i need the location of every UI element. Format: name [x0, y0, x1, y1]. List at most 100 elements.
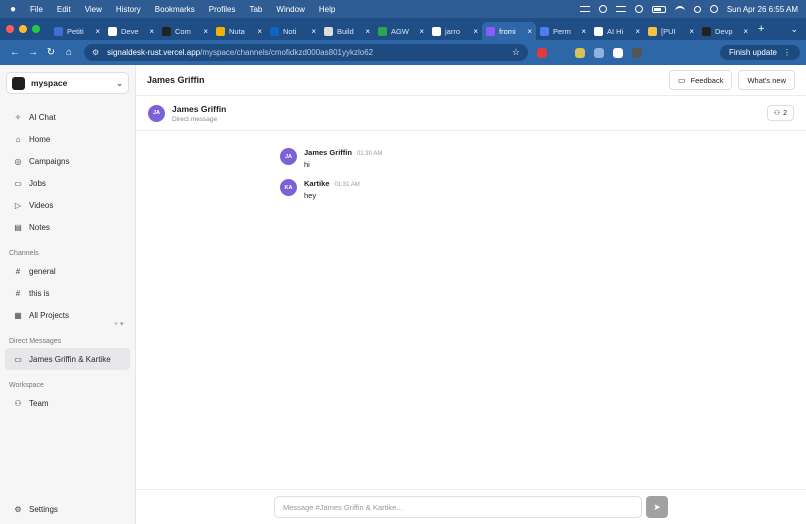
back-icon[interactable]: ←: [6, 47, 24, 58]
sidebar-item-notes[interactable]: ▤ Notes: [5, 216, 130, 238]
extensions-bar: [528, 47, 642, 58]
close-tab-icon[interactable]: ×: [149, 27, 154, 36]
dm-heading: Direct Messages: [9, 337, 62, 345]
extension-icon[interactable]: [613, 47, 623, 58]
favicon-icon: [270, 26, 279, 36]
apple-icon[interactable]: ●: [8, 4, 18, 15]
browser-tab[interactable]: Build ×: [320, 22, 374, 40]
sidebar-item-label: this is: [29, 288, 50, 298]
sidebar-channel-all-projects[interactable]: ▦ All Projects: [5, 304, 130, 326]
menu-file[interactable]: File: [30, 5, 43, 14]
close-window-icon[interactable]: [6, 25, 14, 33]
members-button[interactable]: ⚇ 2: [766, 105, 794, 121]
browser-tab[interactable]: [PUI ×: [644, 22, 698, 40]
browser-tab[interactable]: Deve ×: [104, 22, 158, 40]
tab-title: Perm: [553, 26, 571, 36]
browser-tab[interactable]: AGW ×: [374, 22, 428, 40]
close-tab-icon[interactable]: ×: [311, 27, 316, 36]
menu-window[interactable]: Window: [276, 5, 304, 14]
home-button-icon[interactable]: ⌂: [60, 47, 78, 58]
browser-tab[interactable]: Devp ×: [698, 22, 752, 40]
briefcase-icon: ▭: [14, 178, 22, 188]
close-tab-icon[interactable]: ×: [473, 27, 478, 36]
feedback-button[interactable]: ▭ Feedback: [668, 70, 733, 90]
kebab-menu-icon: ⋮: [783, 48, 791, 57]
browser-tab[interactable]: jarro ×: [428, 22, 482, 40]
sidebar-channel-general[interactable]: # general: [5, 260, 130, 282]
browser-tab[interactable]: Noti ×: [266, 22, 320, 40]
extension-icon[interactable]: [537, 47, 547, 58]
close-tab-icon[interactable]: ×: [365, 27, 370, 36]
extension-icon[interactable]: [556, 47, 566, 58]
add-dm-icon[interactable]: + ▾: [114, 320, 124, 328]
play-icon[interactable]: [634, 5, 643, 13]
display-icon[interactable]: [615, 6, 626, 12]
menubar-clock[interactable]: Sun Apr 26 6:55 AM: [727, 5, 798, 14]
menu-help[interactable]: Help: [319, 5, 335, 14]
close-tab-icon[interactable]: ×: [689, 27, 694, 36]
spotlight-icon[interactable]: [693, 5, 701, 13]
menu-edit[interactable]: Edit: [57, 5, 71, 14]
sidebar-item-campaigns[interactable]: ◎ Campaigns: [5, 150, 130, 172]
finish-update-button[interactable]: Finish update ⋮: [719, 45, 800, 60]
close-tab-icon[interactable]: ×: [743, 27, 748, 36]
sidebar-item-ai-chat[interactable]: ✧ AI Chat: [5, 106, 130, 128]
message-input[interactable]: [274, 496, 642, 518]
sidebar-dm-item[interactable]: ▭ James Griffin & Kartike: [5, 348, 130, 370]
tab-search-icon[interactable]: ⌄: [790, 24, 798, 35]
close-tab-icon[interactable]: ×: [257, 27, 262, 36]
message-timestamp: 01:30 AM: [356, 151, 383, 157]
extension-icon[interactable]: [575, 47, 585, 58]
audio-icon[interactable]: [579, 6, 590, 12]
forward-icon[interactable]: →: [24, 47, 42, 58]
minimize-window-icon[interactable]: [19, 25, 27, 33]
menu-bookmarks[interactable]: Bookmarks: [155, 5, 195, 14]
address-bar[interactable]: ⚙ signaldesk-rust.vercel.app/myspace/cha…: [84, 44, 528, 61]
whats-new-button[interactable]: What's new: [738, 70, 795, 90]
sync-icon[interactable]: [598, 5, 607, 13]
extension-icon[interactable]: [632, 47, 642, 58]
channels-list: # general # this is ▦ All Projects: [0, 260, 135, 326]
battery-icon[interactable]: [651, 5, 666, 13]
menu-profiles[interactable]: Profiles: [209, 5, 236, 14]
sidebar-item-settings[interactable]: ⚙ Settings: [5, 498, 130, 520]
menu-history[interactable]: History: [116, 5, 141, 14]
browser-tab[interactable]: Com ×: [158, 22, 212, 40]
hash-icon: #: [15, 266, 21, 276]
sidebar-channel-this-is[interactable]: # this is: [5, 282, 130, 304]
finish-update-label: Finish update: [728, 48, 777, 57]
tab-title: AGW: [391, 26, 409, 36]
close-tab-icon[interactable]: ×: [419, 27, 424, 36]
close-tab-icon[interactable]: ×: [95, 27, 100, 36]
sidebar-item-team[interactable]: ⚇ Team: [5, 392, 130, 414]
site-info-icon[interactable]: ⚙: [92, 48, 99, 57]
close-tab-icon[interactable]: ×: [203, 27, 208, 36]
close-tab-icon[interactable]: ×: [527, 27, 532, 36]
new-tab-icon[interactable]: +: [758, 23, 764, 35]
tab-title: Noti: [283, 26, 297, 36]
wifi-icon[interactable]: [674, 6, 685, 12]
close-tab-icon[interactable]: ×: [635, 27, 640, 36]
close-tab-icon[interactable]: ×: [581, 27, 586, 36]
sidebar-item-label: Jobs: [29, 178, 46, 188]
menubar-status: Sun Apr 26 6:55 AM: [579, 5, 798, 14]
send-button[interactable]: ➤: [646, 496, 668, 518]
control-center-icon[interactable]: [709, 5, 718, 13]
browser-tab[interactable]: Nuta ×: [212, 22, 266, 40]
sidebar-item-jobs[interactable]: ▭ Jobs: [5, 172, 130, 194]
menu-tab[interactable]: Tab: [249, 5, 262, 14]
favicon-icon: [648, 26, 657, 36]
browser-tab[interactable]: Perm ×: [536, 22, 590, 40]
reload-icon[interactable]: ↻: [42, 47, 60, 58]
sidebar-item-videos[interactable]: ▷ Videos: [5, 194, 130, 216]
extension-icon[interactable]: [594, 47, 604, 58]
menu-view[interactable]: View: [85, 5, 102, 14]
browser-tab[interactable]: AI Hi ×: [590, 22, 644, 40]
bookmark-star-icon[interactable]: ☆: [512, 47, 520, 58]
zoom-window-icon[interactable]: [32, 25, 40, 33]
url-path: /myspace/channels/cmofidkzd000as801yykzl…: [200, 48, 374, 57]
workspace-switcher[interactable]: myspace ⌄: [6, 72, 129, 94]
browser-tab[interactable]: fromi ×: [482, 22, 536, 40]
sidebar-item-home[interactable]: ⌂ Home: [5, 128, 130, 150]
browser-tab[interactable]: Petiti ×: [50, 22, 104, 40]
